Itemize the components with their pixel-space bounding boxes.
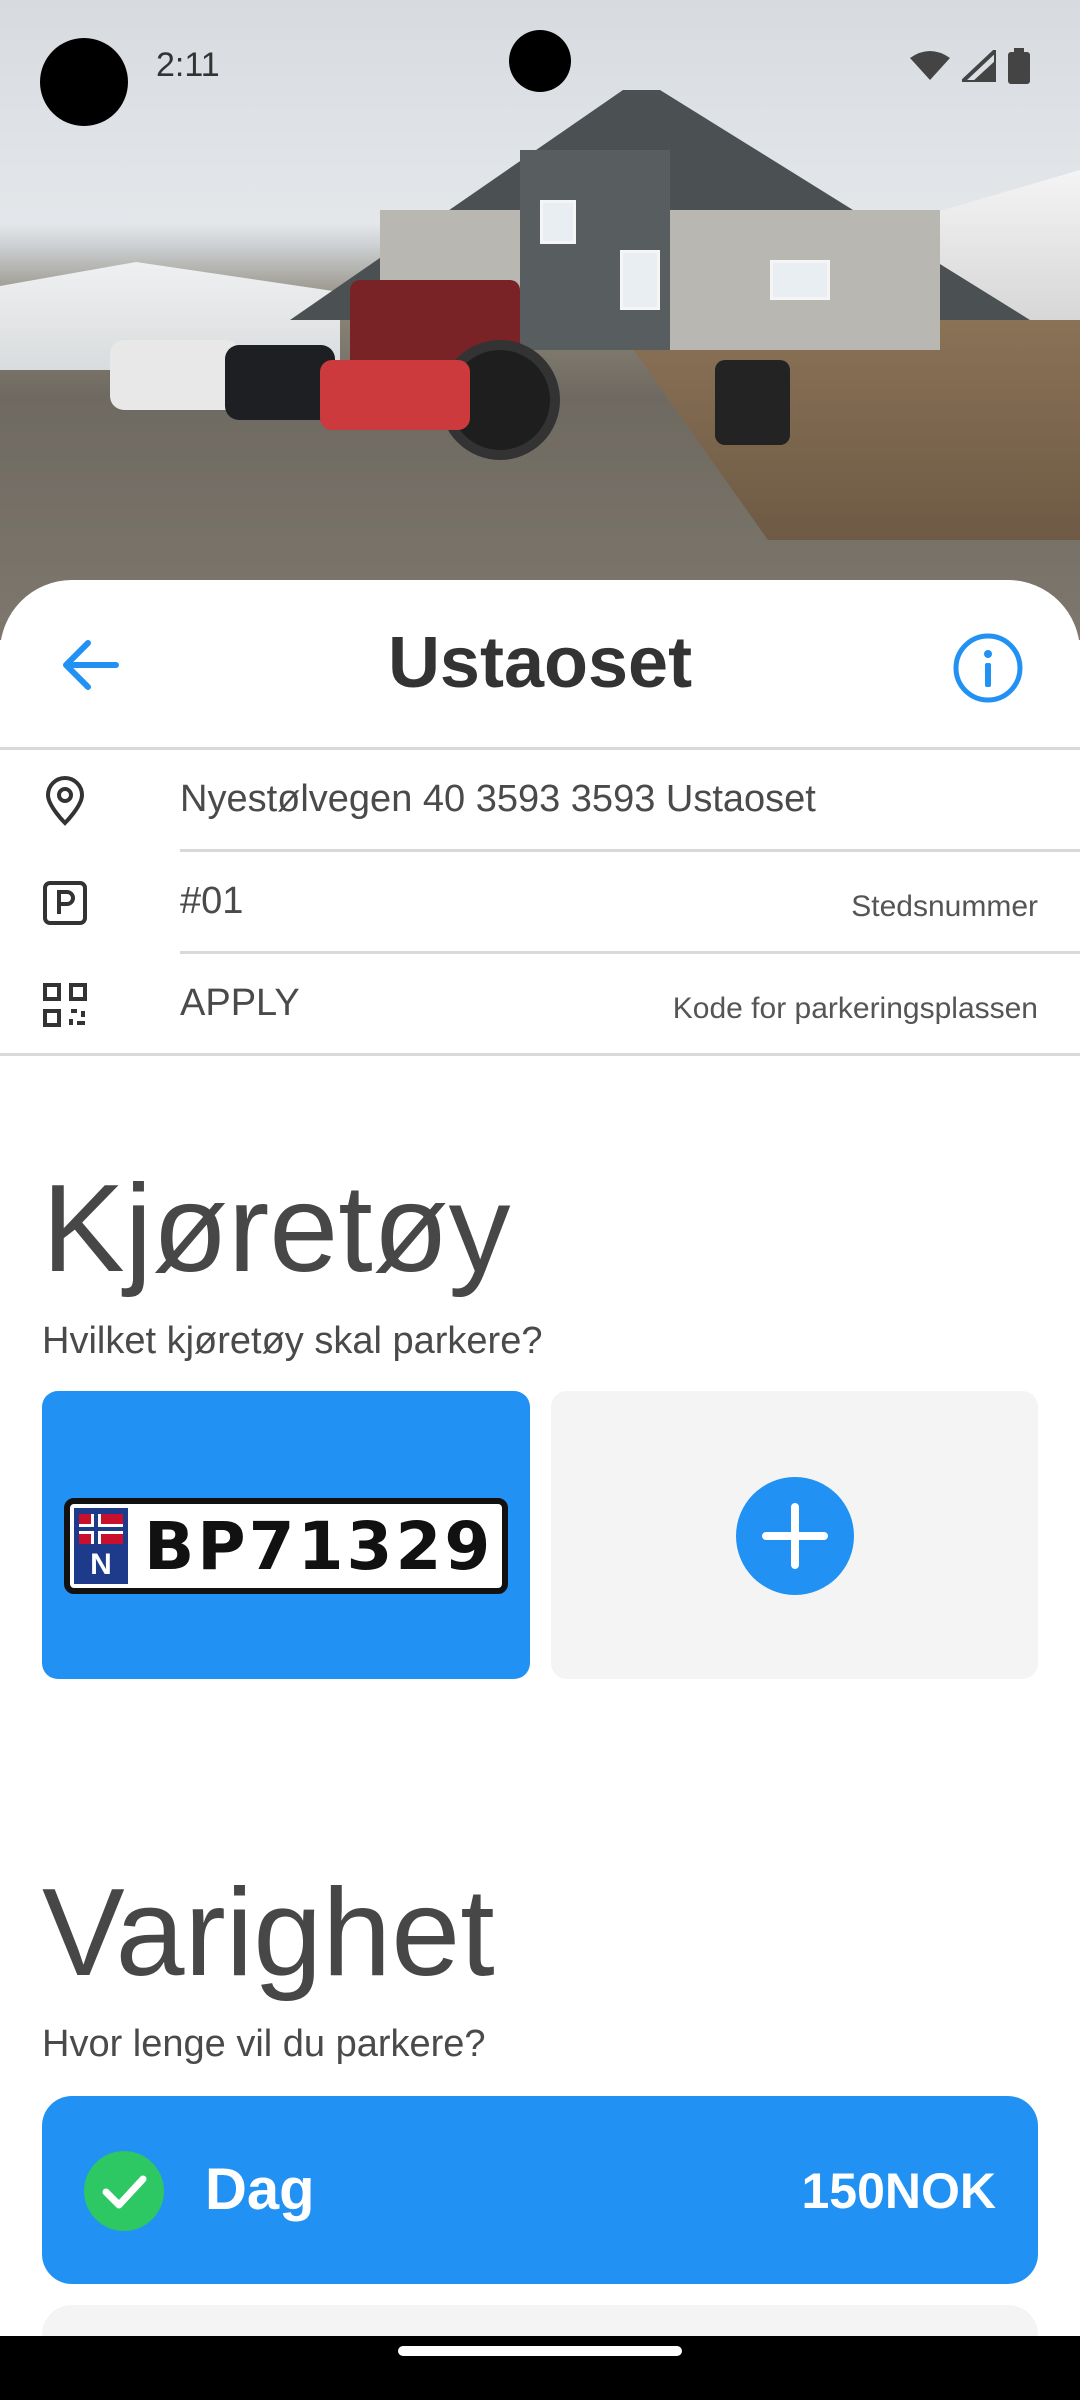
duration-option-price: 150NOK — [801, 2163, 996, 2219]
add-vehicle-button[interactable] — [551, 1391, 1038, 1679]
status-icons — [910, 48, 1030, 84]
signal-icon — [962, 50, 996, 82]
plate-country: N — [90, 1548, 112, 1581]
snow-blower — [320, 360, 470, 430]
info-button[interactable] — [952, 632, 1024, 704]
check-circle-icon — [84, 2151, 164, 2231]
camera-cutout — [40, 38, 128, 126]
status-time: 2:11 — [156, 46, 220, 84]
duration-option-day[interactable]: Dag 150NOK — [42, 2096, 1038, 2284]
parking-icon — [40, 878, 90, 928]
place-number-hint: Stedsnummer — [851, 890, 1038, 923]
divider — [0, 1053, 1080, 1056]
wifi-icon — [910, 51, 950, 80]
place-number: #01 — [180, 880, 244, 922]
status-bar: 2:11 — [0, 0, 1080, 130]
qr-code-icon — [40, 980, 90, 1030]
parked-car-black — [225, 345, 335, 420]
address-text: Nyestølvegen 40 3593 3593 Ustaoset — [180, 778, 816, 820]
plate-number: BP71329 — [144, 1508, 494, 1585]
grass-area — [612, 320, 1080, 540]
lodge-window — [620, 250, 660, 310]
duration-option-label: Dag — [205, 2157, 315, 2222]
license-plate: N BP71329 — [64, 1498, 508, 1594]
page-title: Ustaoset — [387, 623, 693, 703]
address-row: Nyestølvegen 40 3593 3593 Ustaoset — [0, 750, 1080, 852]
vehicle-section-subtitle: Hvilket kjøretøy skal parkere? — [42, 1320, 543, 1362]
info-icon — [953, 633, 1023, 703]
atv — [715, 360, 790, 445]
parked-car-white — [110, 340, 240, 410]
code-row: APPLY Kode for parkeringsplassen — [0, 954, 1080, 1056]
vehicle-section-title: Kjøretøy — [42, 1160, 511, 1298]
parking-sheet: Ustaoset Nyestølvegen 40 3593 3593 Ustao… — [0, 580, 1080, 2400]
lodge-window — [770, 260, 830, 300]
parking-code-hint: Kode for parkeringsplassen — [672, 992, 1038, 1025]
selected-vehicle-card[interactable]: N BP71329 — [42, 1391, 530, 1679]
place-number-row: #01 Stedsnummer — [0, 852, 1080, 954]
home-gesture-handle[interactable] — [398, 2346, 682, 2356]
norway-flag-icon: N — [74, 1508, 128, 1584]
lodge-window — [540, 200, 576, 244]
duration-section-title: Varighet — [42, 1864, 495, 2002]
parking-code: APPLY — [180, 982, 300, 1024]
battery-icon — [1008, 48, 1030, 84]
front-camera — [509, 30, 571, 92]
plus-circle-icon — [736, 1477, 854, 1595]
location-pin-icon — [40, 776, 90, 826]
sheet-header: Ustaoset — [0, 580, 1080, 750]
duration-section-subtitle: Hvor lenge vil du parkere? — [42, 2023, 486, 2065]
